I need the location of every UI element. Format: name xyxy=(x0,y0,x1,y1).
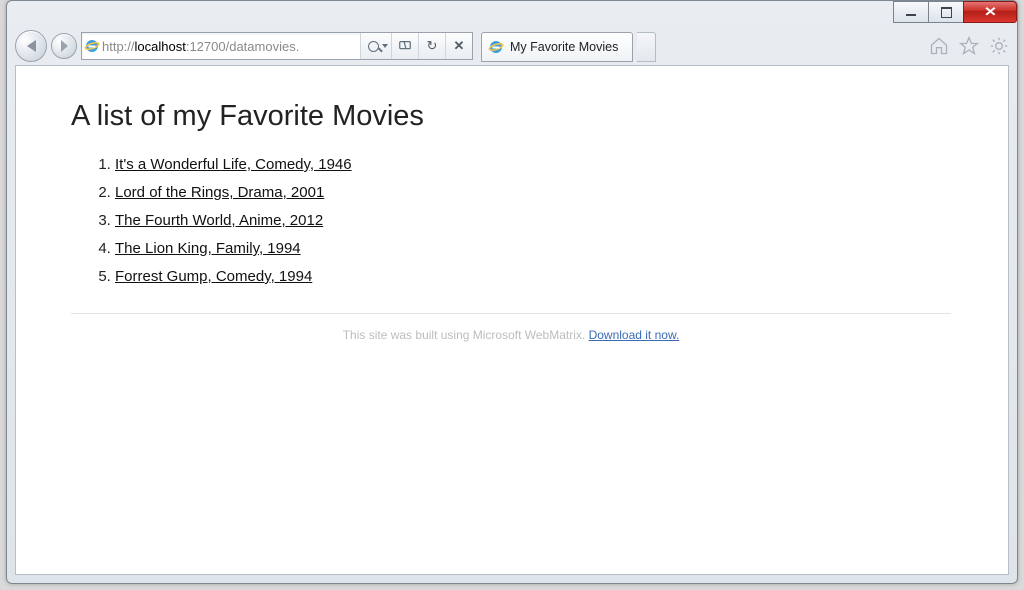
magnifier-icon xyxy=(368,41,379,52)
home-button[interactable] xyxy=(929,36,949,56)
toolbar-right-icons xyxy=(929,36,1009,56)
list-item: The Fourth World, Anime, 2012 xyxy=(115,207,951,235)
search-button[interactable] xyxy=(360,33,391,59)
forward-button[interactable] xyxy=(51,33,77,59)
tools-button[interactable] xyxy=(989,36,1009,56)
page-footer: This site was built using Microsoft WebM… xyxy=(71,314,951,356)
movie-list: It's a Wonderful Life, Comedy, 1946 Lord… xyxy=(71,151,951,291)
movie-link[interactable]: The Fourth World, Anime, 2012 xyxy=(115,212,323,229)
list-item: The Lion King, Family, 1994 xyxy=(115,235,951,263)
star-icon xyxy=(959,36,979,56)
browser-toolbar: http://localhost:12700/datamovies. ↻ ✕ M… xyxy=(15,27,1009,65)
footer-download-link[interactable]: Download it now. xyxy=(589,328,680,342)
compat-view-button[interactable] xyxy=(391,33,418,59)
window-caption-buttons: ✕ xyxy=(893,1,1017,23)
refresh-icon: ↻ xyxy=(427,38,438,54)
tab-active[interactable]: My Favorite Movies xyxy=(481,32,633,62)
home-icon xyxy=(929,36,949,56)
movie-link[interactable]: Lord of the Rings, Drama, 2001 xyxy=(115,184,324,201)
new-tab-button[interactable] xyxy=(637,32,656,62)
movie-link[interactable]: Forrest Gump, Comedy, 1994 xyxy=(115,268,312,285)
stop-icon: ✕ xyxy=(454,38,465,54)
movie-link[interactable]: It's a Wonderful Life, Comedy, 1946 xyxy=(115,156,352,173)
compat-view-icon xyxy=(398,39,412,53)
page-content: A list of my Favorite Movies It's a Wond… xyxy=(16,66,1001,356)
minimize-button[interactable] xyxy=(893,1,928,23)
footer-text: This site was built using Microsoft WebM… xyxy=(343,328,589,342)
maximize-button[interactable] xyxy=(928,1,963,23)
stop-button[interactable]: ✕ xyxy=(445,33,472,59)
refresh-button[interactable]: ↻ xyxy=(418,33,445,59)
address-url-text: http://localhost:12700/datamovies. xyxy=(102,39,360,54)
tab-title: My Favorite Movies xyxy=(510,40,618,54)
browser-window: ✕ http://localhost:12700/datamovies. xyxy=(6,0,1018,584)
favorites-button[interactable] xyxy=(959,36,979,56)
ie-favicon-icon xyxy=(488,39,504,55)
list-item: Forrest Gump, Comedy, 1994 xyxy=(115,263,951,291)
back-button[interactable] xyxy=(15,30,47,62)
close-button[interactable]: ✕ xyxy=(963,1,1017,23)
page-viewport: A list of my Favorite Movies It's a Wond… xyxy=(15,65,1009,575)
list-item: Lord of the Rings, Drama, 2001 xyxy=(115,179,951,207)
address-bar[interactable]: http://localhost:12700/datamovies. ↻ ✕ xyxy=(81,32,473,60)
ie-favicon-icon xyxy=(82,38,102,54)
gear-icon xyxy=(989,36,1009,56)
page-heading: A list of my Favorite Movies xyxy=(71,100,951,133)
movie-link[interactable]: The Lion King, Family, 1994 xyxy=(115,240,301,257)
list-item: It's a Wonderful Life, Comedy, 1946 xyxy=(115,151,951,179)
